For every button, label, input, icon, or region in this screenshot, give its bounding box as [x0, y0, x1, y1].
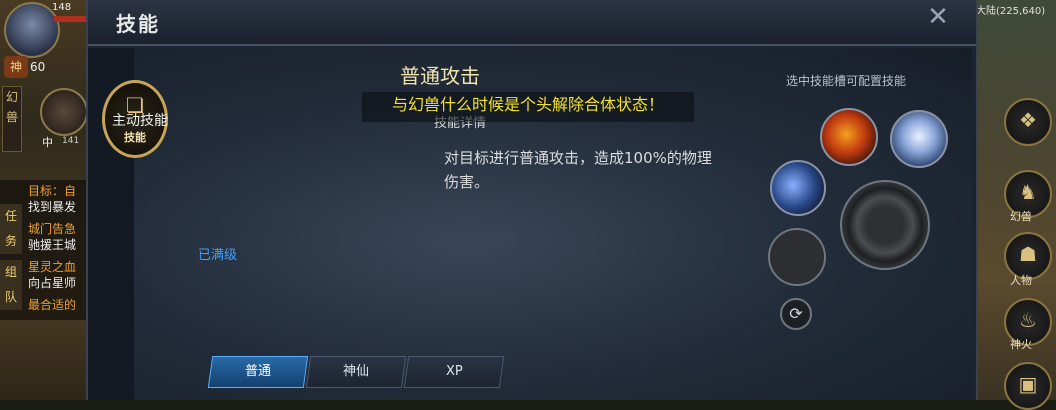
close-icon: ✕: [927, 2, 949, 32]
swap-button[interactable]: ⟳: [780, 298, 812, 330]
close-button[interactable]: ✕: [920, 2, 956, 32]
swap-icon: ⟳: [789, 304, 803, 323]
fire-icon: ♨: [1019, 308, 1037, 332]
tab-team[interactable]: 组队: [0, 260, 22, 310]
empty-skill-slot[interactable]: [768, 228, 826, 286]
emblem-label: 技能: [124, 131, 146, 144]
quest-line[interactable]: 向占星师: [28, 274, 76, 291]
map-coordinates: 大陆(225,640): [976, 6, 1046, 17]
quest-line[interactable]: 星灵之血: [28, 258, 76, 275]
character-button-label: 人物: [1010, 274, 1032, 287]
chest-icon: ▣: [1018, 372, 1038, 396]
pet-avatar[interactable]: [40, 88, 88, 136]
pet-value: 141: [62, 136, 80, 146]
beast-button-label: 幻兽: [1010, 210, 1032, 223]
shen-icon: 神: [4, 56, 28, 78]
skill-name: 普通攻击: [400, 64, 480, 88]
diamond-grid-icon: ❖: [1019, 108, 1037, 132]
tab-quest[interactable]: 任务: [0, 204, 22, 254]
tab-xp[interactable]: XP: [403, 356, 505, 388]
menu-button[interactable]: ❖: [1004, 98, 1052, 146]
quest-line[interactable]: 城门告急: [28, 220, 76, 237]
tab-immortal[interactable]: 神仙: [305, 356, 407, 388]
player-hp-bar: [54, 16, 86, 22]
pet-label[interactable]: 幻兽: [2, 86, 22, 152]
slot-config-hint: 选中技能槽可配置技能: [786, 74, 907, 88]
quest-tracker[interactable]: 任务 组队 目标：自 找到暴发 城门告急 驰援王城 星灵之血 向占星师 最合适的: [0, 180, 88, 320]
dash-skill-icon[interactable]: [770, 160, 826, 216]
player-hp-value: 148: [52, 2, 72, 13]
quest-line[interactable]: 目标：自: [28, 182, 76, 199]
quest-line[interactable]: 最合适的: [28, 296, 76, 313]
shen-value: 60: [30, 60, 46, 74]
pet-level-label: 中: [42, 136, 53, 149]
window-title-bar: 技能 ✕: [88, 0, 976, 46]
window-title: 技能: [116, 12, 160, 36]
skill-window: 技能 ✕ ❏ 技能: [86, 0, 978, 400]
divine-fire-button-label: 神火: [1010, 338, 1032, 351]
notification-toast: 与幻兽什么时候是个头解除合体状态！: [362, 92, 694, 122]
phoenix-skill-icon[interactable]: [820, 108, 878, 166]
skill-status-maxed: 已满级: [198, 248, 238, 263]
quest-line[interactable]: 找到暴发: [28, 198, 76, 215]
chest-button[interactable]: ▣: [1004, 362, 1052, 410]
skill-description: 对目标进行普通攻击，造成100%的物理伤害。: [444, 149, 712, 191]
character-icon: ☗: [1019, 242, 1037, 266]
tab-normal[interactable]: 普通: [207, 356, 309, 388]
quest-line[interactable]: 驰援王城: [28, 236, 76, 253]
attack-joystick[interactable]: [840, 180, 930, 270]
silhouette-skill-icon[interactable]: [890, 110, 948, 168]
skill-type: 主动技能: [112, 113, 168, 129]
beast-icon: ♞: [1019, 180, 1037, 204]
